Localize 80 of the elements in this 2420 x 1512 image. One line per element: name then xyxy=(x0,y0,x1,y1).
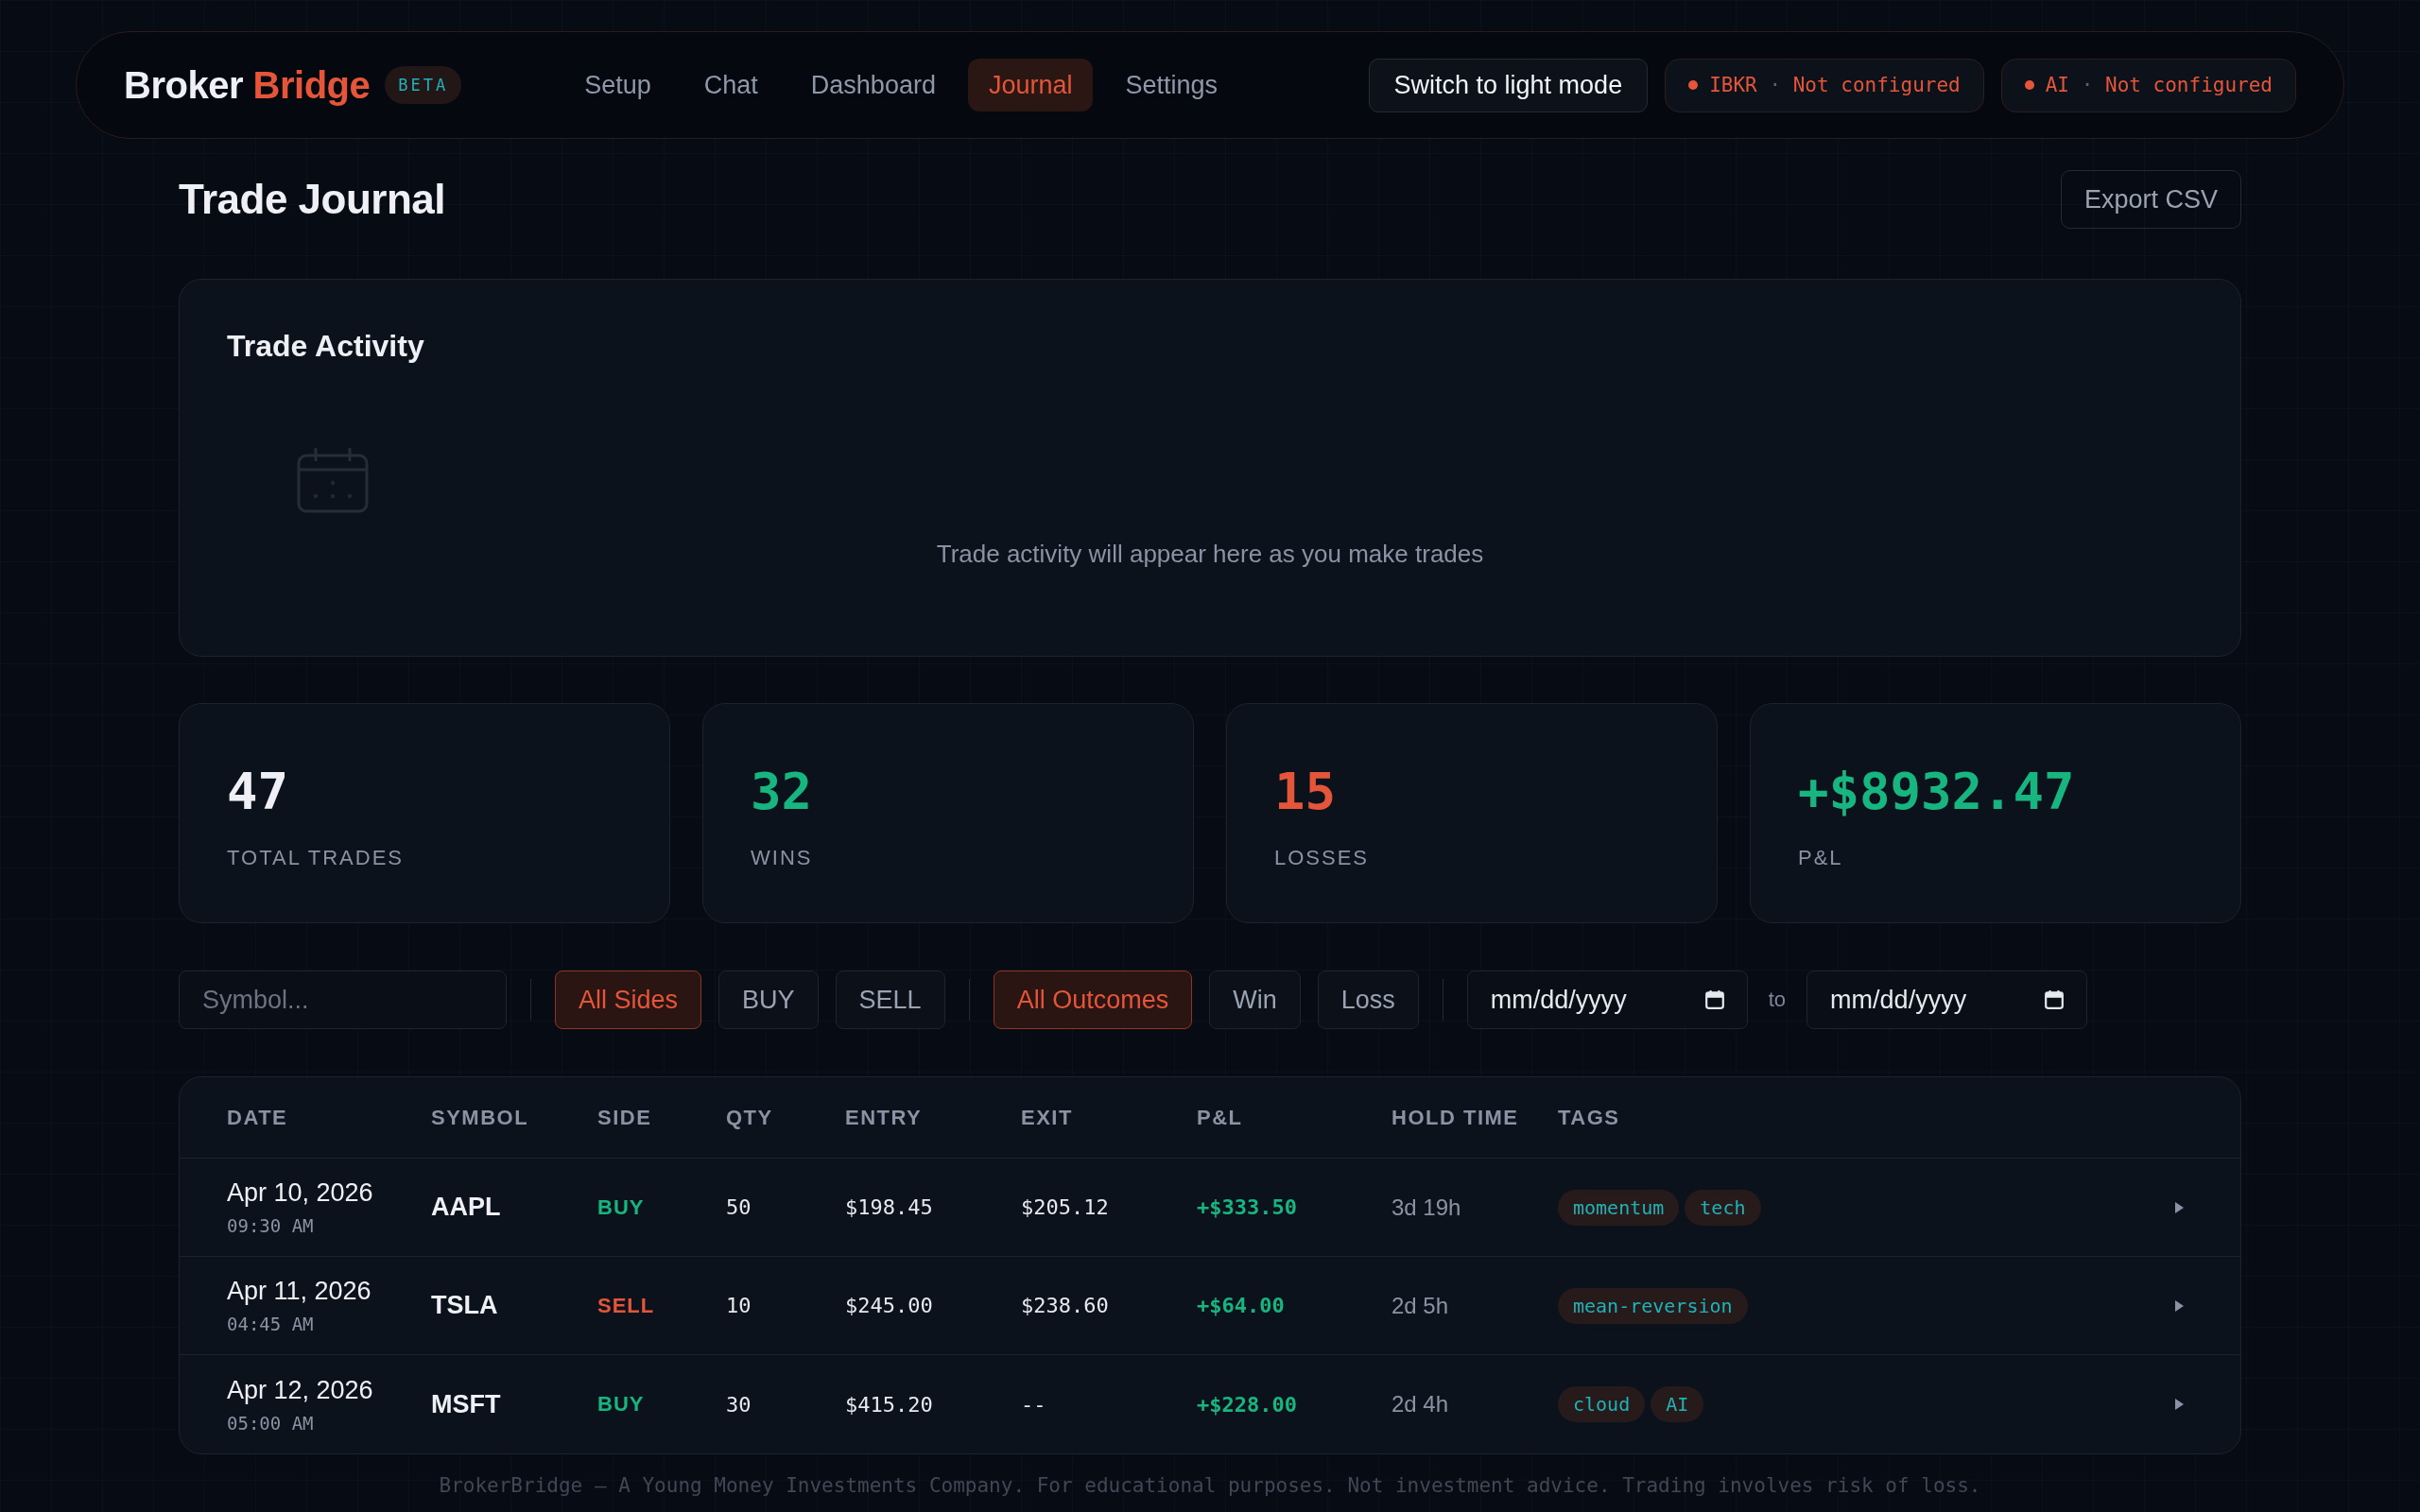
stat-value: 47 xyxy=(227,763,289,821)
side-filter-button[interactable]: All Sides xyxy=(555,971,702,1029)
side-filter-button[interactable]: BUY xyxy=(718,971,819,1029)
symbol-search-field[interactable]: Symbol... xyxy=(179,971,507,1029)
profit-loss-amount: +$228.00 xyxy=(1197,1392,1297,1417)
stat-label: P&L xyxy=(1798,846,1843,870)
calendar-icon xyxy=(297,447,369,513)
brand-logo: Broker Bridge xyxy=(124,63,371,107)
tag-chip: mean-reversion xyxy=(1558,1287,1748,1324)
range-separator-text: to xyxy=(1768,988,1787,1012)
caret-icon[interactable] xyxy=(2174,1299,2184,1312)
column-header: ENTRY xyxy=(845,1105,923,1130)
nav-tab[interactable]: Dashboard xyxy=(789,59,957,112)
nav-tab[interactable]: Chat xyxy=(683,59,779,112)
outcome-filter-button[interactable]: Loss xyxy=(1317,971,1419,1029)
stat-value: 32 xyxy=(751,763,813,821)
profit-loss-amount: +$64.00 xyxy=(1197,1294,1285,1317)
profit-loss-amount: +$333.50 xyxy=(1197,1195,1297,1219)
column-header: SIDE xyxy=(597,1105,652,1130)
stat-value: 15 xyxy=(1274,763,1337,821)
trade-date: Apr 11, 2026 xyxy=(227,1277,372,1306)
outcome-filter-button[interactable]: All Outcomes xyxy=(993,971,1193,1029)
quantity-text: 10 xyxy=(726,1294,752,1317)
tag-chip: cloud xyxy=(1558,1386,1646,1422)
exit-price: $238.60 xyxy=(1021,1294,1109,1317)
theme-toggle-button[interactable]: Switch to light mode xyxy=(1368,58,1649,112)
connection-status-button[interactable]: IBKR · Not configured xyxy=(1665,58,1984,112)
hold-time: 2d 4h xyxy=(1392,1391,1449,1418)
tag-chip: momentum xyxy=(1558,1189,1680,1226)
tag-chip: AI xyxy=(1651,1386,1704,1422)
date-field[interactable]: mm/dd/yyyy xyxy=(1466,971,1748,1029)
entry-price: $415.20 xyxy=(845,1392,933,1417)
stat-value: +$8932.47 xyxy=(1798,763,2075,821)
calendar-icon[interactable] xyxy=(1703,989,1725,1010)
outcome-filter-button[interactable]: Win xyxy=(1209,971,1301,1029)
quantity-text: 30 xyxy=(726,1392,752,1417)
hold-time: 3d 19h xyxy=(1392,1194,1461,1221)
export-csv-button[interactable]: Export CSV xyxy=(2060,170,2241,229)
connection-status-button[interactable]: AI · Not configured xyxy=(2000,58,2296,112)
stat-label: TOTAL TRADES xyxy=(227,846,404,870)
ticker-symbol: TSLA xyxy=(431,1291,498,1320)
trade-side: BUY xyxy=(597,1194,645,1220)
entry-price: $198.45 xyxy=(845,1195,933,1219)
ticker-symbol: MSFT xyxy=(431,1389,501,1419)
date-field[interactable]: mm/dd/yyyy xyxy=(1806,971,2088,1029)
quantity-text: 50 xyxy=(726,1195,752,1219)
hold-time: 2d 5h xyxy=(1392,1292,1449,1319)
caret-icon[interactable] xyxy=(2174,1399,2184,1410)
footer-disclaimer: BrokerBridge — A Young Money Investments Company. For educational purposes. Not investment advice. Trading involves risk of loss. xyxy=(439,1474,1981,1497)
trade-time: 04:45 AM xyxy=(227,1314,314,1334)
caret-icon[interactable] xyxy=(2174,1201,2184,1213)
empty-state-message: Trade activity will appear here as you make trades xyxy=(936,540,1484,569)
trade-date: Apr 10, 2026 xyxy=(227,1178,373,1208)
column-header: SYMBOL xyxy=(431,1105,529,1130)
calendar-icon[interactable] xyxy=(2044,989,2066,1010)
beta-badge: BETA xyxy=(385,66,462,104)
nav-tab[interactable]: Journal xyxy=(967,59,1094,112)
column-header: P&L xyxy=(1197,1105,1243,1130)
trade-date: Apr 12, 2026 xyxy=(227,1375,373,1405)
nav-tab[interactable]: Setup xyxy=(563,59,672,112)
trade-time: 05:00 AM xyxy=(227,1412,314,1434)
stat-label: WINS xyxy=(751,846,813,870)
trade-side: BUY xyxy=(597,1392,645,1417)
nav-tab[interactable]: Settings xyxy=(1104,59,1239,112)
exit-price: -- xyxy=(1021,1392,1046,1417)
page-title: Trade Journal xyxy=(179,176,446,223)
trade-time: 09:30 AM xyxy=(227,1215,314,1236)
ticker-symbol: AAPL xyxy=(431,1193,501,1222)
entry-price: $245.00 xyxy=(845,1294,933,1317)
stat-label: LOSSES xyxy=(1274,846,1370,870)
column-header: HOLD TIME xyxy=(1392,1105,1519,1130)
trade-side: SELL xyxy=(597,1293,655,1318)
column-header: EXIT xyxy=(1021,1105,1073,1130)
tag-chip: tech xyxy=(1685,1189,1761,1226)
column-header: TAGS xyxy=(1558,1105,1620,1130)
column-header: DATE xyxy=(227,1105,288,1130)
column-header: QTY xyxy=(726,1105,773,1130)
card-title: Trade Activity xyxy=(227,329,424,364)
side-filter-button[interactable]: SELL xyxy=(835,971,945,1029)
exit-price: $205.12 xyxy=(1021,1195,1109,1219)
